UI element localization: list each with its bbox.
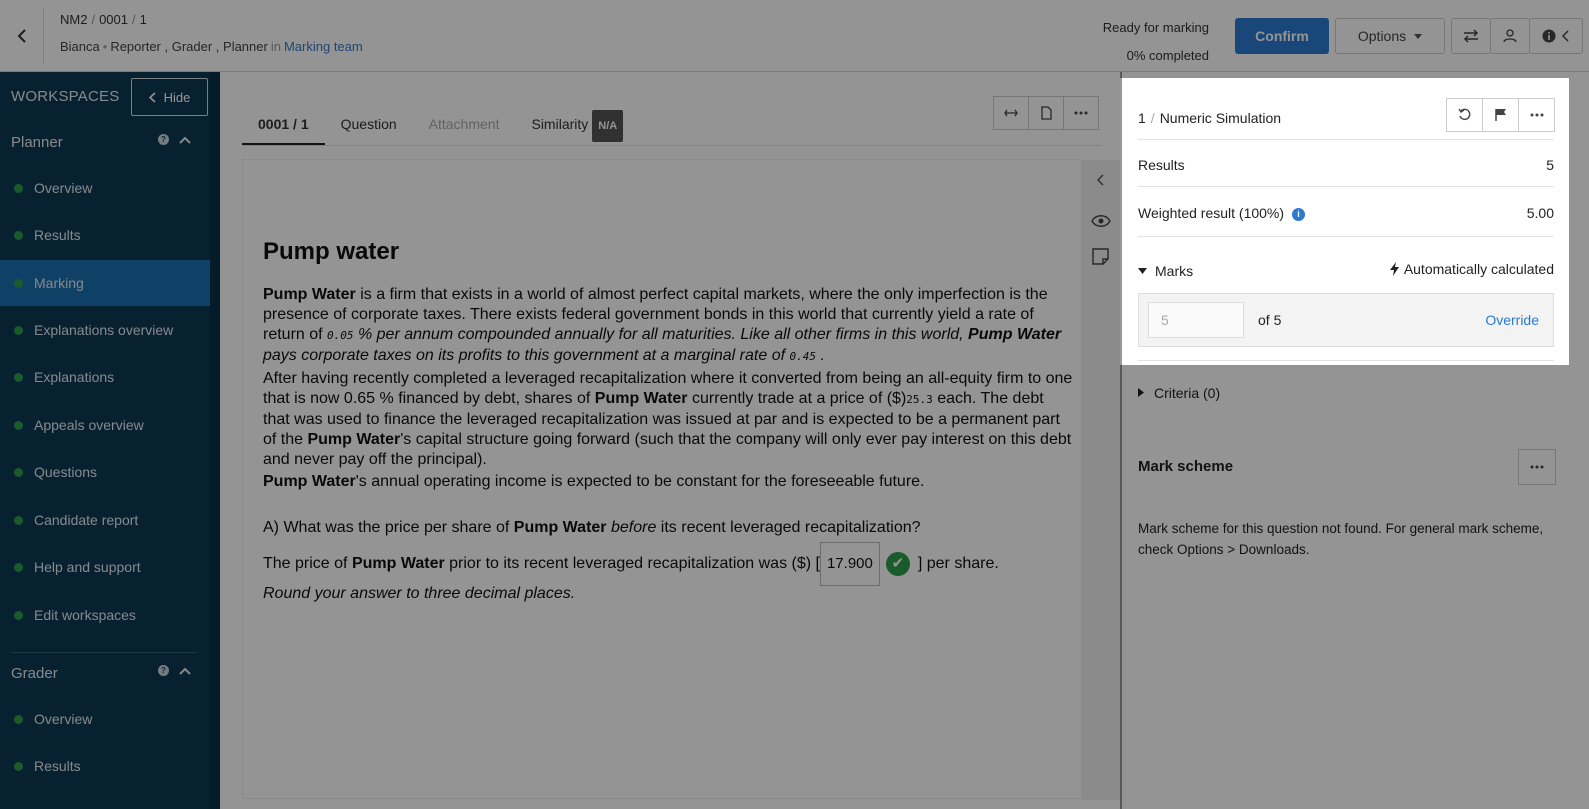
auto-calculated: Automatically calculated [1389,261,1554,277]
dim-overlay [1120,365,1589,809]
question-type: Numeric Simulation [1159,110,1282,126]
lightning-icon [1389,262,1399,276]
marks-entry: 5 of 5 Override [1138,293,1554,347]
weighted-row: Weighted result (100%) i 5.00 [1138,205,1554,221]
weighted-value: 5.00 [1526,205,1554,221]
card-more-button[interactable] [1518,98,1555,132]
marking-card: 1/Numeric Simulation Results 5 Weighted … [1122,78,1571,365]
results-value: 5 [1546,157,1554,173]
divider [1138,186,1554,187]
question-number: 1 [1138,110,1146,126]
auto-calculated-label: Automatically calculated [1403,261,1554,277]
weighted-label: Weighted result (100%) [1138,205,1285,221]
override-link[interactable]: Override [1485,312,1539,328]
reset-button[interactable] [1446,98,1483,132]
caret-down-icon [1138,268,1147,274]
marks-header: Marks Automatically calculated [1138,261,1554,279]
flag-icon [1494,109,1506,121]
divider [1138,360,1554,361]
dim-overlay [0,0,1120,809]
undo-icon [1457,108,1470,121]
flag-button[interactable] [1482,98,1519,132]
divider [1138,236,1554,237]
marks-label: Marks [1155,263,1194,279]
results-label: Results [1138,157,1185,173]
ellipsis-icon [1530,113,1543,117]
marks-input[interactable]: 5 [1148,302,1244,338]
divider [1138,139,1554,140]
info-icon[interactable]: i [1292,207,1306,221]
marks-toggle[interactable]: Marks [1138,263,1193,279]
card-toolbar [1446,98,1555,132]
marks-total: of 5 [1258,312,1282,328]
dim-overlay [1569,78,1589,365]
results-row: Results 5 [1138,157,1554,173]
dim-overlay [1120,0,1589,78]
